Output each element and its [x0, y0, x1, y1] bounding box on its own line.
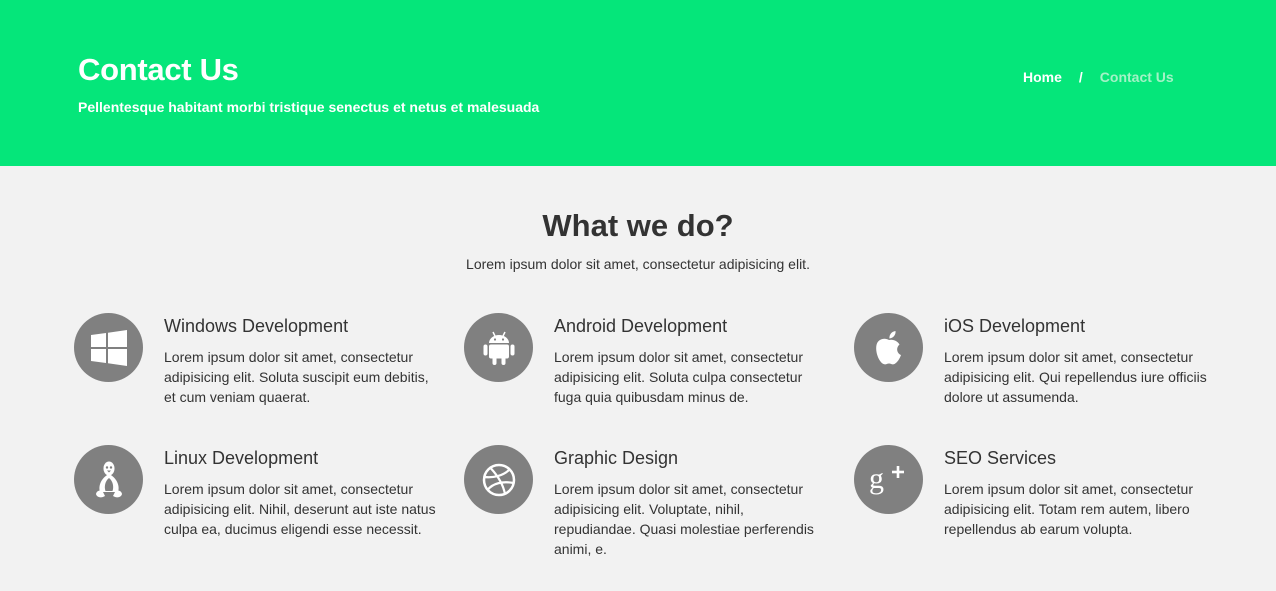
- breadcrumb-separator: /: [1078, 69, 1083, 85]
- android-icon: [464, 313, 533, 382]
- service-item-seo: g SEO Services Lorem ipsum dolor sit ame…: [854, 445, 1234, 565]
- breadcrumb-current: Contact Us: [1099, 69, 1174, 85]
- service-title: iOS Development: [944, 316, 1086, 336]
- service-item-windows: Windows Development Lorem ipsum dolor si…: [74, 313, 454, 433]
- dribbble-icon: [464, 445, 533, 514]
- service-title: SEO Services: [944, 448, 1057, 468]
- svg-text:g: g: [869, 462, 884, 495]
- section-subtitle: Lorem ipsum dolor sit amet, consectetur …: [466, 256, 810, 272]
- service-item-ios: iOS Development Lorem ipsum dolor sit am…: [854, 313, 1234, 433]
- breadcrumb: Home / Contact Us: [1023, 69, 1174, 85]
- service-title: Windows Development: [164, 316, 349, 336]
- service-description: Lorem ipsum dolor sit amet, consectetur …: [164, 481, 436, 537]
- linux-icon: [74, 445, 143, 514]
- service-item-linux: Linux Development Lorem ipsum dolor sit …: [74, 445, 454, 565]
- service-title: Android Development: [554, 316, 728, 336]
- service-item-graphic-design: Graphic Design Lorem ipsum dolor sit ame…: [464, 445, 844, 565]
- page-title: Contact Us: [78, 52, 239, 87]
- breadcrumb-home-link[interactable]: Home: [1023, 69, 1062, 85]
- service-item-android: Android Development Lorem ipsum dolor si…: [464, 313, 844, 433]
- service-title: Linux Development: [164, 448, 319, 468]
- google-plus-icon: g: [854, 445, 923, 514]
- apple-icon: [854, 313, 923, 382]
- service-description: Lorem ipsum dolor sit amet, consectetur …: [164, 349, 429, 405]
- windows-icon: [74, 313, 143, 382]
- service-title: Graphic Design: [554, 448, 679, 468]
- page-header: Contact Us Pellentesque habitant morbi t…: [0, 0, 1276, 166]
- service-description: Lorem ipsum dolor sit amet, consectetur …: [944, 481, 1193, 537]
- service-description: Lorem ipsum dolor sit amet, consectetur …: [554, 481, 814, 557]
- service-description: Lorem ipsum dolor sit amet, consectetur …: [554, 349, 803, 405]
- service-description: Lorem ipsum dolor sit amet, consectetur …: [944, 349, 1207, 405]
- section-title: What we do?: [542, 208, 734, 243]
- page-subtitle: Pellentesque habitant morbi tristique se…: [78, 99, 540, 115]
